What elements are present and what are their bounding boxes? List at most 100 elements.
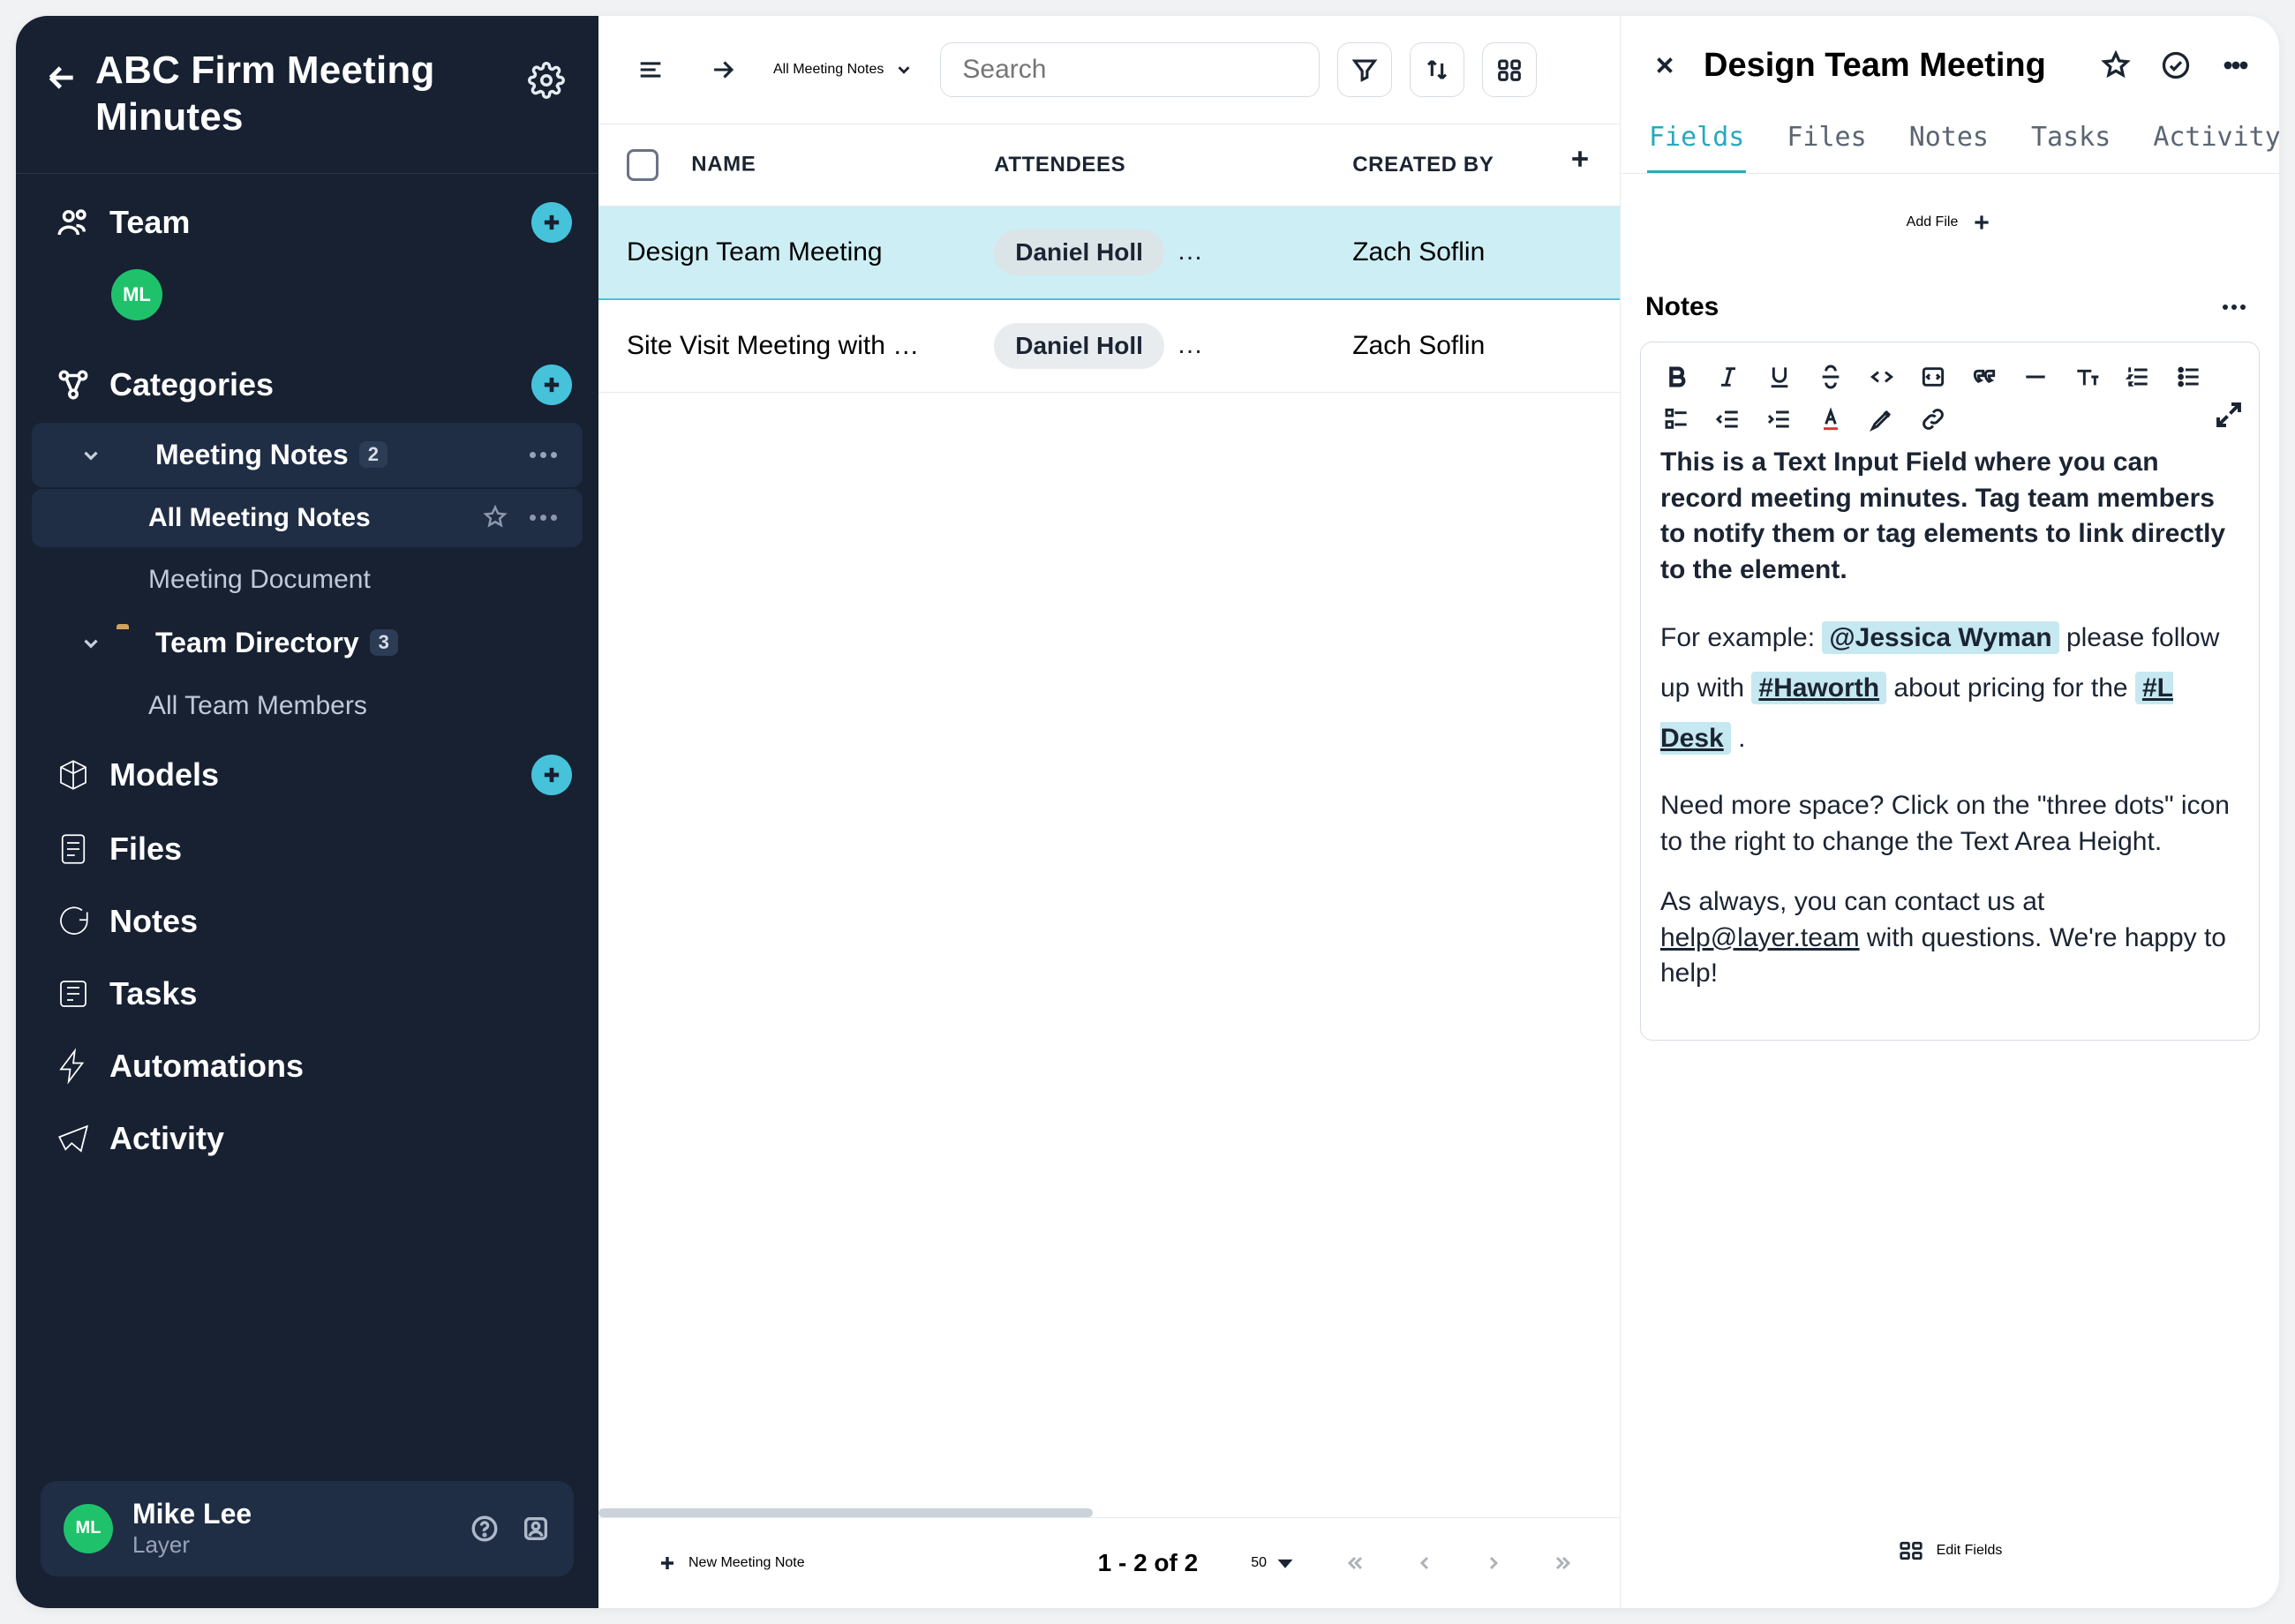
attendee-chip[interactable]: Daniel Holl — [994, 323, 1164, 369]
editor-content[interactable]: This is a Text Input Field where you can… — [1660, 445, 2239, 992]
mention-tag[interactable]: @Jessica Wyman — [1822, 621, 2058, 654]
folder-icon — [117, 629, 143, 656]
activity-icon — [55, 1120, 92, 1157]
page-prev-button[interactable] — [1399, 1538, 1450, 1589]
highlight-icon[interactable] — [1865, 402, 1899, 436]
search-input[interactable] — [940, 42, 1320, 97]
view-all-team-members[interactable]: All Team Members — [32, 677, 583, 735]
settings-button[interactable] — [526, 62, 567, 102]
bullet-list-icon[interactable] — [2172, 360, 2206, 394]
detail-more-button[interactable] — [2214, 43, 2258, 87]
view-more-button[interactable] — [524, 515, 561, 521]
outdent-icon[interactable] — [1712, 402, 1745, 436]
avatar[interactable]: ML — [111, 269, 162, 320]
view-all-meeting-notes[interactable]: All Meeting Notes — [32, 489, 583, 547]
add-team-button[interactable] — [531, 202, 572, 243]
text-color-icon[interactable] — [1814, 402, 1847, 436]
underline-icon[interactable] — [1763, 360, 1796, 394]
sidebar-section-team[interactable]: Team — [16, 184, 598, 260]
codeblock-icon[interactable] — [1916, 360, 1950, 394]
user-name: Mike Lee — [132, 1499, 252, 1530]
tab-files[interactable]: Files — [1785, 104, 1868, 173]
cell-attendees: Daniel HollEileen Gray — [974, 207, 1333, 300]
code-icon[interactable] — [1865, 360, 1899, 394]
detail-footer: Edit Fields — [1621, 1499, 2279, 1608]
chevron-down-icon — [79, 629, 106, 656]
table-row[interactable]: Site Visit Meeting with …Daniel HollEile… — [598, 299, 1620, 393]
text-size-icon[interactable] — [2070, 360, 2103, 394]
chevrons-left-icon — [1345, 1553, 1366, 1574]
page-size-value: 50 — [1251, 1555, 1267, 1571]
bold-icon[interactable] — [1660, 360, 1694, 394]
checklist-icon[interactable] — [1660, 402, 1694, 436]
column-attendees[interactable]: Attendees — [974, 124, 1333, 207]
arrow-right-icon — [708, 55, 738, 85]
table-row[interactable]: Design Team MeetingDaniel HollEileen Gra… — [598, 207, 1620, 300]
notes-more-button[interactable] — [2214, 287, 2254, 327]
column-name[interactable]: Name — [598, 124, 974, 207]
edit-fields-button[interactable]: Edit Fields — [1871, 1522, 2029, 1580]
forward-button[interactable] — [696, 42, 750, 97]
sidebar-section-automations[interactable]: Automations — [16, 1030, 598, 1102]
star-icon[interactable] — [482, 504, 510, 532]
view-selector[interactable]: All Meeting Notes — [768, 60, 922, 79]
italic-icon[interactable] — [1712, 360, 1745, 394]
sort-button[interactable] — [1410, 42, 1464, 97]
notes-section-header: Notes — [1645, 287, 2254, 327]
chevron-left-icon — [1414, 1553, 1435, 1574]
sidebar-section-notes[interactable]: Notes — [16, 885, 598, 958]
ordered-list-icon[interactable] — [2121, 360, 2155, 394]
column-created-by[interactable]: Created By — [1333, 124, 1620, 207]
hr-icon[interactable] — [2019, 360, 2052, 394]
tab-tasks[interactable]: Tasks — [2029, 104, 2112, 173]
sidebar-section-categories[interactable]: Categories — [16, 347, 598, 423]
sidebar-section-files[interactable]: Files — [16, 813, 598, 885]
sidebar-section-activity[interactable]: Activity — [16, 1102, 598, 1175]
tab-notes[interactable]: Notes — [1907, 104, 1990, 173]
view-meeting-document[interactable]: Meeting Document — [32, 551, 583, 609]
sidebar-section-tasks[interactable]: Tasks — [16, 958, 598, 1030]
tab-fields[interactable]: Fields — [1647, 104, 1746, 173]
add-model-button[interactable] — [531, 755, 572, 795]
category-more-button[interactable] — [524, 444, 561, 465]
plus-icon — [657, 1553, 678, 1574]
add-file-button[interactable]: Add File — [1640, 190, 2260, 255]
detail-title: Design Team Meeting — [1704, 47, 2078, 85]
page-size-select[interactable]: 50 — [1233, 1543, 1313, 1583]
complete-button[interactable] — [2154, 43, 2198, 87]
page-next-button[interactable] — [1468, 1538, 1519, 1589]
element-tag[interactable]: #Haworth — [1751, 672, 1886, 704]
category-team-directory[interactable]: Team Directory 3 — [32, 611, 583, 675]
indent-icon[interactable] — [1763, 402, 1796, 436]
add-column-button[interactable] — [1554, 133, 1606, 184]
sidebar-section-models[interactable]: Models — [16, 737, 598, 813]
attendee-chip[interactable]: Daniel Holl — [994, 229, 1164, 275]
favorite-button[interactable] — [2094, 43, 2138, 87]
group-button[interactable] — [1482, 42, 1537, 97]
page-last-button[interactable] — [1537, 1538, 1588, 1589]
page-first-button[interactable] — [1330, 1538, 1381, 1589]
link-icon[interactable] — [1916, 402, 1950, 436]
help-icon[interactable] — [470, 1514, 500, 1544]
new-meeting-note-button[interactable]: New Meeting Note — [630, 1538, 831, 1588]
user-card[interactable]: ML Mike Lee Layer — [41, 1481, 574, 1576]
detail-panel: Design Team Meeting Fields Files Notes Task… — [1621, 16, 2279, 1608]
filter-button[interactable] — [1337, 42, 1392, 97]
tab-activity[interactable]: Activity — [2151, 104, 2279, 173]
strike-icon[interactable] — [1814, 360, 1847, 394]
notes-editor: This is a Text Input Field where you can… — [1640, 342, 2260, 1041]
cell-created-by: Zach Soflin — [1333, 299, 1620, 393]
menu-button[interactable] — [623, 42, 678, 97]
expand-editor-button[interactable] — [2211, 399, 2246, 434]
chevron-right-icon — [1483, 1553, 1504, 1574]
category-meeting-notes[interactable]: Meeting Notes 2 — [32, 423, 583, 487]
back-button[interactable] — [44, 60, 79, 95]
add-category-button[interactable] — [531, 365, 572, 405]
help-email-link[interactable]: help@layer.team — [1660, 923, 1860, 952]
quote-icon[interactable] — [1968, 360, 2001, 394]
file-icon — [117, 441, 143, 468]
profile-icon[interactable] — [521, 1514, 551, 1544]
horizontal-scrollbar[interactable] — [598, 1508, 1620, 1517]
select-all-checkbox[interactable] — [627, 149, 658, 181]
close-detail-button[interactable] — [1642, 42, 1688, 88]
